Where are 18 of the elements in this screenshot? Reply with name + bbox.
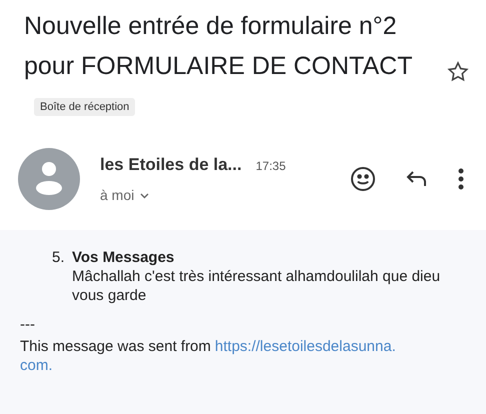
footer-text: This message was sent from <box>20 337 211 356</box>
recipient-details-button[interactable]: à moi <box>100 185 150 206</box>
message-text: Mâchallah c'est très intéressant alhamdoulilah que dieu vous garde <box>72 267 442 305</box>
chevron-down-icon <box>140 192 150 199</box>
separator-text: --- <box>20 319 36 331</box>
more-icon[interactable] <box>458 168 464 190</box>
field-heading: Vos Messages <box>72 248 176 267</box>
website-link[interactable]: https://lesetoilesdelasunna. <box>214 337 396 356</box>
inbox-label[interactable]: Boîte de réception <box>34 98 136 116</box>
list-number: 5. <box>52 248 66 268</box>
email-subject: Nouvelle entrée de formulaire n°2 pour FORMULAIRE DE CONTACT <box>24 12 412 80</box>
website-link[interactable]: com. <box>20 356 53 375</box>
avatar-icon <box>18 148 80 210</box>
smiley-icon[interactable] <box>350 166 376 192</box>
reply-icon[interactable] <box>406 170 428 188</box>
email-time: 17:35 <box>256 158 286 175</box>
star-icon[interactable] <box>446 60 470 84</box>
sender-name: les Etoiles de la... <box>100 154 242 176</box>
